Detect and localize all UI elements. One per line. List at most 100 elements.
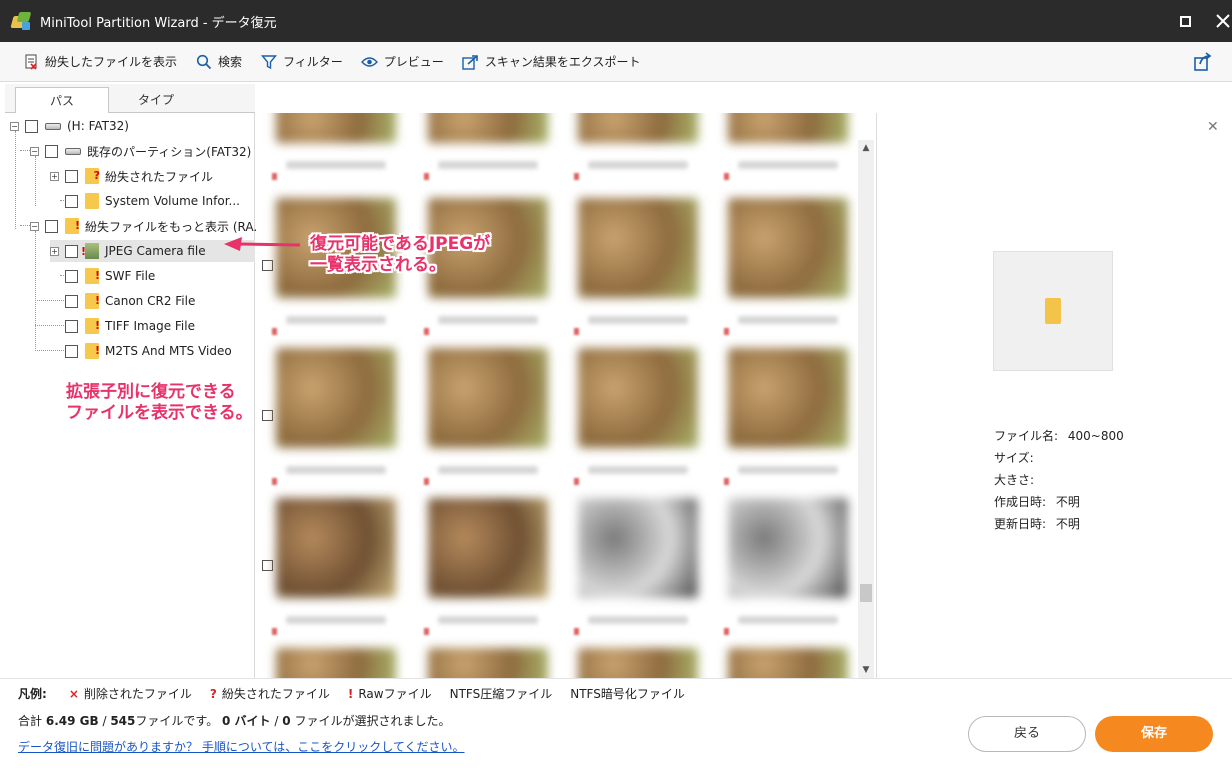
expand-icon[interactable]: +	[50, 171, 59, 181]
row-checkbox[interactable]	[262, 560, 273, 571]
checkbox[interactable]	[65, 269, 78, 283]
share-button[interactable]	[1193, 52, 1213, 72]
tree-item-system-volume[interactable]: System Volume Infor...	[50, 190, 240, 212]
raw-mark-icon	[724, 478, 729, 485]
legend-raw: ! Rawファイル	[347, 686, 432, 702]
scan-summary: 合計 6.49 GB / 545ファイルです。 0 バイト / 0 ファイルが選…	[18, 714, 451, 728]
thumbnail-image[interactable]	[578, 113, 698, 143]
tab-path[interactable]: パス	[15, 87, 109, 114]
expand-icon[interactable]: +	[50, 246, 59, 256]
collapse-icon[interactable]: −	[30, 221, 39, 231]
thumbnail-label	[286, 466, 386, 474]
back-button[interactable]: 戻る	[968, 716, 1086, 752]
thumbnail-image[interactable]	[578, 198, 698, 298]
thumbnail-label	[738, 616, 838, 624]
help-link[interactable]: データ復旧に問題がありますか？ 手順については、ここをクリックしてください。	[18, 738, 465, 755]
tree-item-label: 既存のパーティション(FAT32)	[87, 144, 252, 159]
tree-item-existing-partition[interactable]: − 既存のパーティション(FAT32)	[30, 140, 251, 162]
checkbox[interactable]	[45, 144, 58, 158]
row-checkbox[interactable]	[262, 410, 273, 421]
raw-mark-icon	[724, 628, 729, 635]
thumbnail-image[interactable]	[728, 498, 848, 598]
thumbnail-image[interactable]	[276, 348, 396, 448]
close-button[interactable]	[1200, 0, 1232, 42]
thumbnail-image[interactable]	[578, 648, 698, 678]
thumbnail-image[interactable]	[276, 113, 396, 143]
thumbnail-label	[588, 161, 688, 169]
preview-close-icon[interactable]: ✕	[1207, 119, 1219, 135]
legend-ntfs-compressed: NTFS圧縮ファイル	[449, 687, 553, 701]
thumbnail-image[interactable]	[428, 113, 548, 143]
thumbnail-image[interactable]	[728, 348, 848, 448]
thumbnail-image[interactable]	[728, 198, 848, 298]
preview-panel: ✕ ファイル名: 400~800 サイズ: 大きさ: 作成日時: 不明 更新日時…	[876, 113, 1229, 678]
export-button[interactable]: スキャン結果をエクスポート	[462, 53, 641, 71]
grid-scrollbar[interactable]: ▲ ▼	[858, 140, 874, 678]
preview-label: プレビュー	[383, 55, 444, 69]
search-button[interactable]: 検索	[195, 53, 242, 71]
thumbnail-image[interactable]	[578, 498, 698, 598]
thumbnail-label	[738, 316, 838, 324]
filter-icon	[260, 53, 278, 71]
row-checkbox[interactable]	[262, 260, 273, 271]
thumbnail-image[interactable]	[276, 498, 396, 598]
checkbox[interactable]	[65, 244, 78, 258]
tree-item-cr2[interactable]: ! Canon CR2 File	[50, 290, 195, 312]
preview-button[interactable]: プレビュー	[361, 53, 444, 71]
thumbnail-image[interactable]	[428, 498, 548, 598]
title-bar: MiniTool Partition Wizard - データ復元	[0, 0, 1232, 42]
tree-item-lost-files[interactable]: + ? 紛失されたファイル	[50, 165, 213, 187]
thumbnail-image[interactable]	[428, 648, 548, 678]
thumbnail-image[interactable]	[578, 348, 698, 448]
scroll-down-arrow-icon[interactable]: ▼	[858, 662, 874, 678]
checkbox[interactable]	[45, 219, 58, 233]
raw-mark-icon	[424, 173, 429, 180]
checkbox[interactable]	[65, 344, 78, 358]
annotation-arrow-icon	[224, 237, 301, 251]
close-icon	[1216, 14, 1230, 28]
raw-mark-icon	[424, 328, 429, 335]
eye-icon	[361, 53, 379, 71]
legend: 凡例: × 削除されたファイル ? 紛失されたファイル ! Rawファイル NTFS圧…	[18, 685, 703, 702]
checkbox[interactable]	[25, 119, 38, 133]
maximize-icon	[1179, 15, 1191, 27]
collapse-icon[interactable]: −	[30, 146, 39, 156]
tree-item-m2ts[interactable]: ! M2TS And MTS Video	[50, 340, 232, 362]
folder-raw-icon: !	[85, 318, 100, 334]
filter-button[interactable]: フィルター	[260, 53, 343, 71]
thumbnail-label	[438, 466, 538, 474]
info-modified: 更新日時: 不明	[994, 517, 1080, 531]
show-lost-files-button[interactable]: 紛失したファイルを表示	[22, 53, 177, 71]
export-label: スキャン結果をエクスポート	[484, 55, 641, 69]
tree-item-label: (H: FAT32)	[67, 119, 129, 133]
thumbnail-image[interactable]	[728, 113, 848, 143]
tree-item-tiff[interactable]: ! TIFF Image File	[50, 315, 195, 337]
thumbnail-label	[286, 161, 386, 169]
tab-type[interactable]: タイプ	[109, 87, 203, 114]
folder-raw-icon: !	[85, 268, 100, 284]
thumbnail-image[interactable]	[728, 648, 848, 678]
checkbox[interactable]	[65, 319, 78, 333]
thumbnail-image[interactable]	[428, 348, 548, 448]
tree-item-swf[interactable]: ! SWF File	[50, 265, 155, 287]
folder-raw-icon: !	[85, 343, 100, 359]
drive-icon	[65, 147, 81, 155]
checkbox[interactable]	[65, 169, 78, 183]
thumbnail-label	[438, 616, 538, 624]
tree-item-label: JPEG Camera file	[105, 244, 206, 258]
filter-label: フィルター	[283, 55, 343, 69]
raw-mark-icon	[574, 478, 579, 485]
save-button[interactable]: 保存	[1095, 716, 1213, 752]
thumbnail-image[interactable]	[276, 648, 396, 678]
scroll-thumb[interactable]	[860, 584, 872, 602]
folder-raw-icon: !	[85, 293, 100, 309]
checkbox[interactable]	[65, 194, 78, 208]
legend-title: 凡例:	[18, 687, 47, 701]
jpeg-file-icon: !	[81, 243, 99, 259]
checkbox[interactable]	[65, 294, 78, 308]
thumbnail-label	[286, 616, 386, 624]
scroll-up-arrow-icon[interactable]: ▲	[858, 140, 874, 156]
collapse-icon[interactable]: −	[10, 121, 19, 131]
tree-item-root[interactable]: − (H: FAT32)	[10, 115, 129, 137]
deleted-mark-icon: ×	[68, 686, 79, 701]
